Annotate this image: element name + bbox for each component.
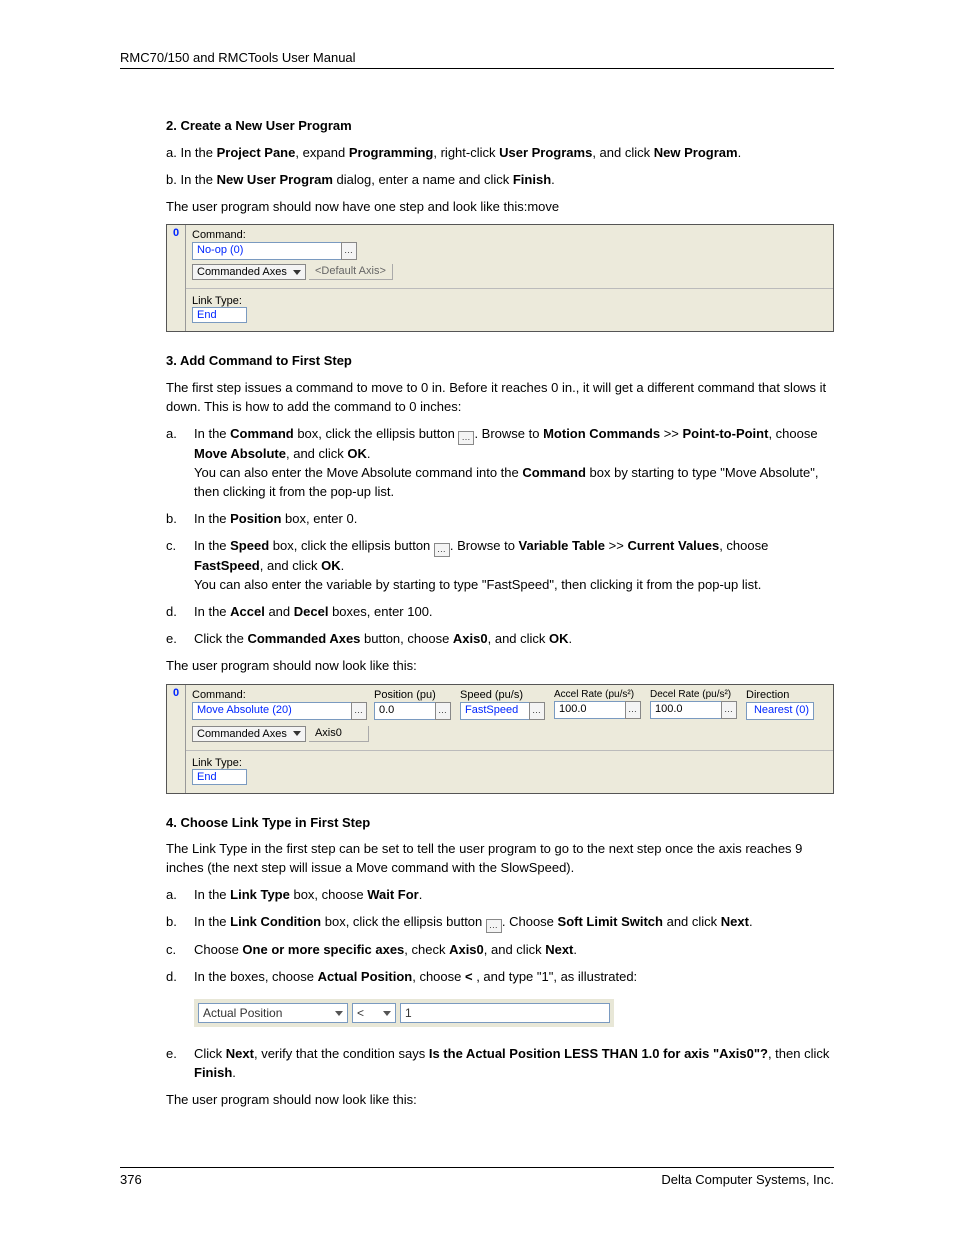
step-number: 0 — [167, 225, 186, 331]
chevron-down-icon — [383, 1011, 391, 1016]
linktype-label: Link Type: — [192, 295, 827, 307]
footer: 376 Delta Computer Systems, Inc. — [120, 1167, 834, 1187]
sec3-intro: The first step issues a command to move … — [166, 379, 834, 417]
ellipsis-icon: … — [434, 543, 450, 557]
step-number: 0 — [167, 685, 186, 793]
commanded-axes-button[interactable]: Commanded Axes — [192, 726, 306, 742]
speed-field[interactable]: FastSpeed — [460, 702, 530, 720]
sec4-outro: The user program should now look like th… — [166, 1091, 834, 1110]
linktype-field[interactable]: End — [192, 307, 247, 323]
col-position: Position (pu) — [374, 689, 456, 701]
page: RMC70/150 and RMCTools User Manual 2. Cr… — [0, 0, 954, 1235]
command-field[interactable]: No-op (0) — [192, 242, 342, 260]
col-command: Command: — [192, 689, 370, 701]
col-speed: Speed (pu/s) — [460, 689, 550, 701]
sec2-a: a. In the Project Pane, expand Programmi… — [166, 144, 834, 163]
chevron-down-icon — [293, 731, 301, 736]
ellipsis-icon: … — [486, 919, 502, 933]
linktype-label: Link Type: — [192, 757, 827, 769]
condition-builder-screenshot: Actual Position < 1 — [194, 999, 614, 1027]
decel-field[interactable]: 100.0 — [650, 701, 722, 719]
sec4-list: a. In the Link Type box, choose Wait For… — [166, 886, 834, 987]
ellipsis-icon[interactable]: … — [351, 702, 367, 720]
page-number: 376 — [120, 1172, 142, 1187]
sec4-list-2: e. Click Next, verify that the condition… — [166, 1045, 834, 1083]
program-step-screenshot-2: 0 Command: Move Absolute (20) … Position… — [166, 684, 834, 794]
program-step-screenshot-1: 0 Command: No-op (0) … Commanded Axes <D… — [166, 224, 834, 332]
ellipsis-icon[interactable]: … — [529, 702, 545, 720]
ellipsis-icon[interactable]: … — [435, 702, 451, 720]
position-field[interactable]: 0.0 — [374, 702, 436, 720]
section-3-title: 3. Add Command to First Step — [166, 352, 834, 371]
running-header: RMC70/150 and RMCTools User Manual — [120, 50, 834, 69]
command-field[interactable]: Move Absolute (20) — [192, 702, 352, 720]
col-accel: Accel Rate (pu/s²) — [554, 689, 646, 700]
sec2-line: The user program should now have one ste… — [166, 198, 834, 217]
col-direction: Direction — [746, 689, 816, 701]
condition-field-select[interactable]: Actual Position — [198, 1003, 348, 1023]
linktype-field[interactable]: End — [192, 769, 247, 785]
direction-field[interactable]: Nearest (0) — [746, 702, 814, 720]
accel-field[interactable]: 100.0 — [554, 701, 626, 719]
company-name: Delta Computer Systems, Inc. — [661, 1172, 834, 1187]
condition-op-select[interactable]: < — [352, 1003, 396, 1023]
content: 2. Create a New User Program a. In the P… — [166, 117, 834, 1110]
chevron-down-icon — [293, 270, 301, 275]
col-decel: Decel Rate (pu/s²) — [650, 689, 742, 700]
ellipsis-icon: … — [458, 431, 474, 445]
chevron-down-icon — [335, 1011, 343, 1016]
sec3-list: a. In the Command box, click the ellipsi… — [166, 425, 834, 649]
command-label: Command: — [192, 229, 827, 241]
section-4-title: 4. Choose Link Type in First Step — [166, 814, 834, 833]
section-2-title: 2. Create a New User Program — [166, 117, 834, 136]
sec3-outro: The user program should now look like th… — [166, 657, 834, 676]
axis-cell[interactable]: <Default Axis> — [309, 264, 393, 280]
ellipsis-icon[interactable]: … — [341, 242, 357, 260]
ellipsis-icon[interactable]: … — [625, 701, 641, 719]
condition-value-input[interactable]: 1 — [400, 1003, 610, 1023]
commanded-axes-button[interactable]: Commanded Axes — [192, 264, 306, 280]
sec2-b: b. In the New User Program dialog, enter… — [166, 171, 834, 190]
sec4-intro: The Link Type in the first step can be s… — [166, 840, 834, 878]
ellipsis-icon[interactable]: … — [721, 701, 737, 719]
axis-cell[interactable]: Axis0 — [309, 726, 369, 742]
